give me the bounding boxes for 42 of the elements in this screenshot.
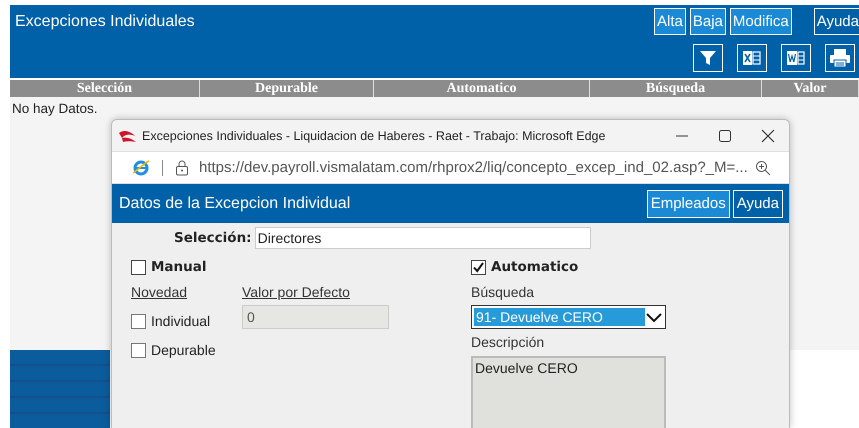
toolbar-button[interactable]: Baja [690,8,726,35]
checkbox-label: Individual [151,313,210,329]
field-label: Búsqueda [471,284,536,302]
close-icon[interactable] [761,128,775,142]
document-icon [786,48,806,68]
toolbar-button[interactable]: Ayuda [814,8,859,35]
checkbox-label: Manual [151,259,207,275]
selection-field[interactable]: Directores [254,227,591,249]
app-logo-icon [118,128,138,142]
document-button[interactable] [781,44,811,72]
toolbar-button[interactable]: Modifica [730,8,792,35]
browser-icon [132,158,150,176]
checkmark-icon [472,260,485,274]
window-title: Excepciones Individuales - Liquidacion de Haberes - Raet - Trabajo: Microsoft Edge [142,128,606,142]
description-field[interactable]: Devuelve CERO [471,356,666,428]
section-title: Datos de la Excepcion Individual [119,194,352,212]
checkbox[interactable] [131,342,146,358]
toolbar-button[interactable]: Alta [654,8,686,35]
filter-button[interactable] [693,44,723,72]
checkbox[interactable] [131,260,146,274]
lock-icon [175,160,189,176]
maximize-icon[interactable] [718,128,732,142]
url-text[interactable]: https://dev.payroll.vismalatam.com/rhprox2/liq/concepto_excep_ind_02.asp?_M=... [199,159,755,176]
field-label: Descripción [471,334,546,352]
checkbox[interactable] [131,314,146,328]
print-button[interactable] [825,44,855,72]
search-dropdown[interactable]: 91- Devuelve CERO [471,305,666,329]
spreadsheet-button[interactable] [737,44,767,72]
checkbox-label: Depurable [151,342,216,358]
zoom-icon[interactable] [755,160,771,176]
checkbox[interactable] [471,260,486,274]
spreadsheet-icon [742,48,762,68]
column-heading: Novedad [131,284,188,302]
column-heading: Valor por Defecto [242,284,351,302]
field-label: Selección: [174,230,252,246]
checkbox-label: Automatico [491,259,578,275]
header-button[interactable]: Ayuda [732,190,783,218]
empty-message: No hay Datos. [12,101,98,116]
filter-icon [698,48,718,68]
header-button[interactable]: Empleados [646,190,730,218]
print-icon [829,48,851,68]
page-title: Excepciones Individuales [15,13,196,31]
